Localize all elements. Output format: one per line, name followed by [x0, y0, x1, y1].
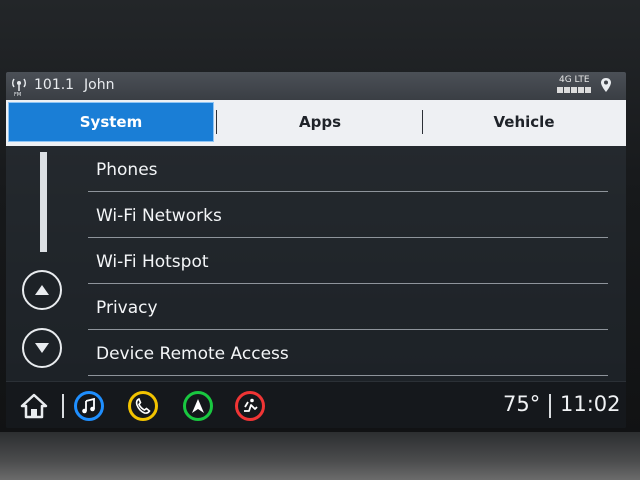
settings-list-items: Phones Wi-Fi Networks Wi-Fi Hotspot Priv…: [88, 148, 626, 379]
up-arrow-icon: [35, 285, 49, 295]
list-item-privacy[interactable]: Privacy: [88, 286, 608, 330]
scroll-down-button[interactable]: [22, 328, 62, 368]
list-item-label: Privacy: [96, 297, 158, 318]
list-item-label: Device Remote Access: [96, 343, 289, 364]
status-bar: FM 101.1 John 4G LTE: [6, 72, 626, 100]
dashboard-trim: [0, 432, 640, 480]
fm-radio-icon[interactable]: FM: [9, 75, 29, 97]
navigation-icon: [192, 399, 204, 413]
list-item-label: Wi-Fi Hotspot: [96, 251, 209, 272]
tab-vehicle[interactable]: Vehicle: [424, 102, 624, 142]
svg-text:FM: FM: [14, 92, 21, 97]
down-arrow-icon: [35, 343, 49, 353]
scroll-up-button[interactable]: [22, 270, 62, 310]
list-item-wifi-hotspot[interactable]: Wi-Fi Hotspot: [88, 240, 608, 284]
phone-app-button[interactable]: [128, 391, 158, 421]
radio-station-name[interactable]: John: [84, 77, 114, 93]
tab-bar: System Apps Vehicle: [6, 100, 626, 146]
list-item-wifi-networks[interactable]: Wi-Fi Networks: [88, 194, 608, 238]
clock[interactable]: 11:02: [560, 392, 621, 416]
location-pin-icon: [601, 78, 611, 92]
home-icon[interactable]: [20, 393, 48, 419]
infotainment-screen: FM 101.1 John 4G LTE System Apps Vehicle: [6, 72, 626, 428]
list-item-label: Phones: [96, 159, 158, 180]
radio-frequency[interactable]: 101.1: [34, 77, 74, 93]
tab-apps[interactable]: Apps: [218, 102, 422, 142]
network-status: 4G LTE: [555, 75, 595, 97]
settings-list: Phones Wi-Fi Networks Wi-Fi Hotspot Priv…: [6, 146, 626, 381]
list-item-label: Wi-Fi Networks: [96, 205, 222, 226]
vehicle-icon: [244, 398, 258, 412]
list-item-device-remote-access[interactable]: Device Remote Access: [88, 332, 608, 376]
signal-strength-icon: [557, 87, 591, 93]
bottom-bar: 75° 11:02: [6, 381, 626, 428]
navigation-app-button[interactable]: [183, 391, 213, 421]
music-app-button[interactable]: [74, 391, 104, 421]
temperature-readout[interactable]: 75°: [503, 392, 540, 416]
tab-system[interactable]: System: [8, 102, 214, 142]
list-item-phones[interactable]: Phones: [88, 148, 608, 192]
music-icon: [82, 398, 95, 414]
vehicle-app-button[interactable]: [235, 391, 265, 421]
phone-icon: [135, 398, 151, 414]
bar-divider: [62, 394, 64, 418]
tab-divider: [216, 110, 217, 134]
network-label: 4G LTE: [559, 75, 590, 85]
tab-divider: [422, 110, 423, 134]
scrollbar-thumb[interactable]: [40, 152, 47, 252]
bar-divider: [549, 394, 551, 418]
